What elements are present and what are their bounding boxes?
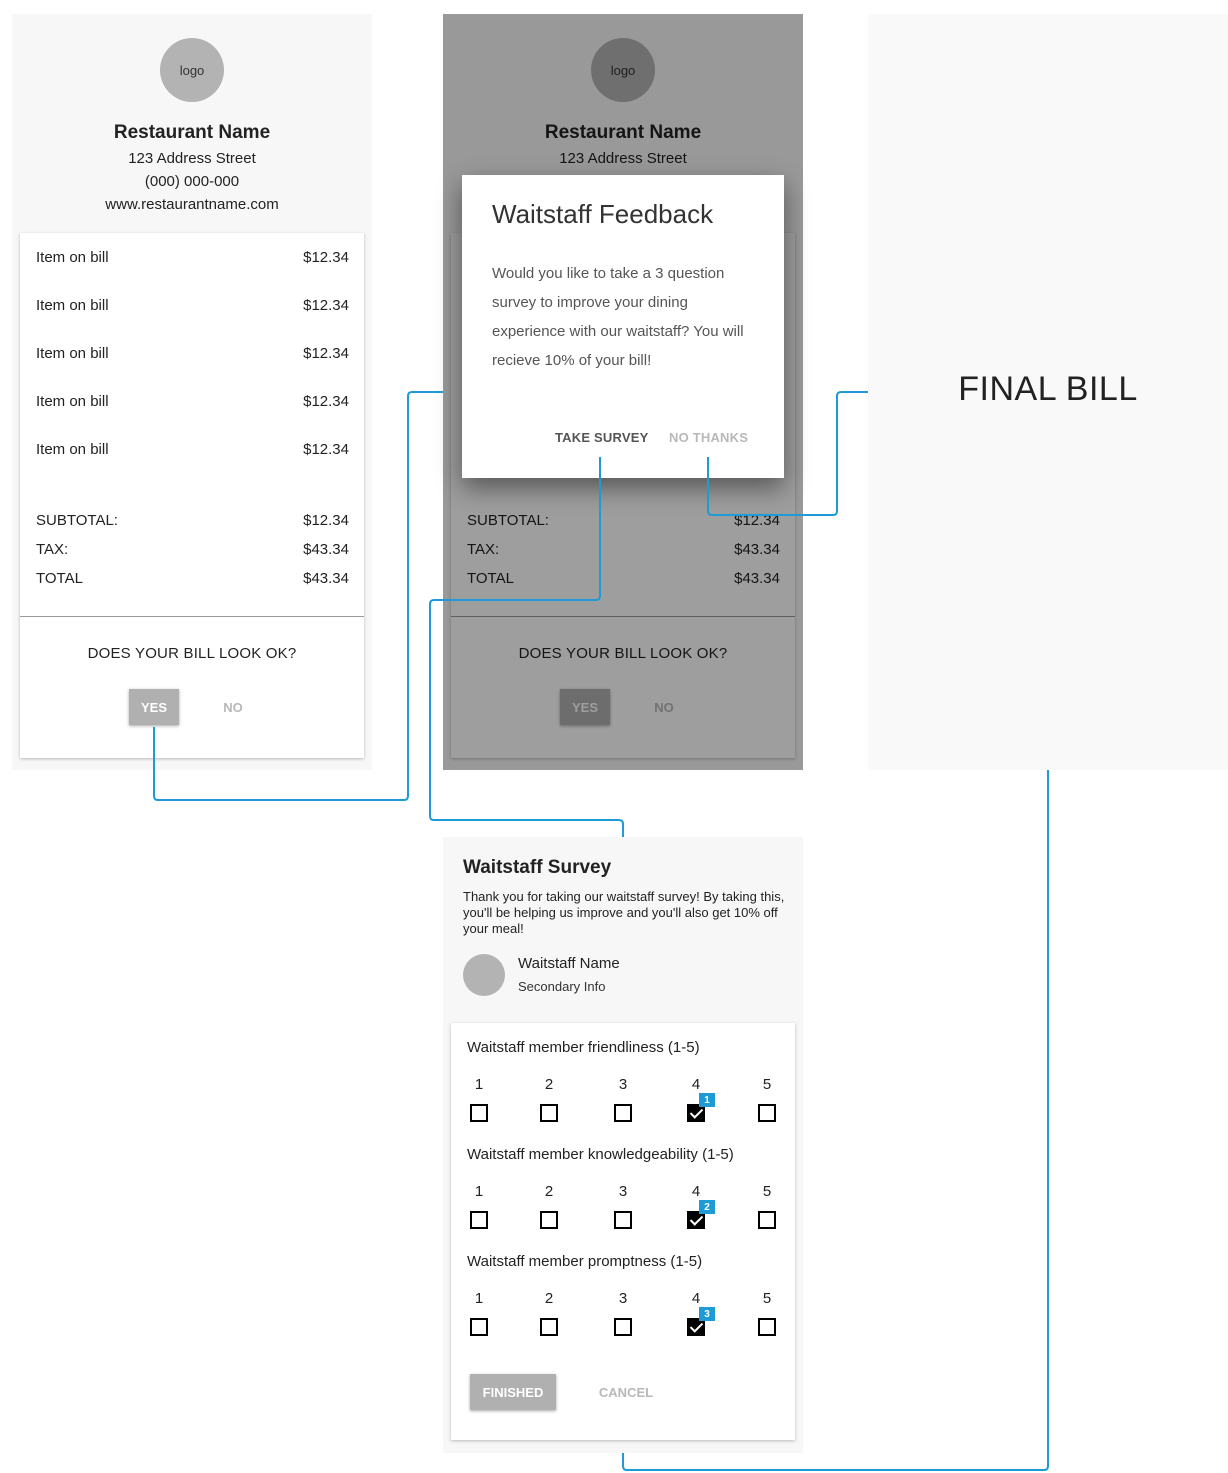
- connector-take-survey-to-survey: [429, 457, 624, 837]
- connector-no-thanks-to-final: [707, 391, 868, 516]
- connector-yes-to-dialog: [153, 391, 443, 801]
- flow-connectors: [153, 391, 1049, 1471]
- connector-survey-to-final: [622, 770, 1049, 1471]
